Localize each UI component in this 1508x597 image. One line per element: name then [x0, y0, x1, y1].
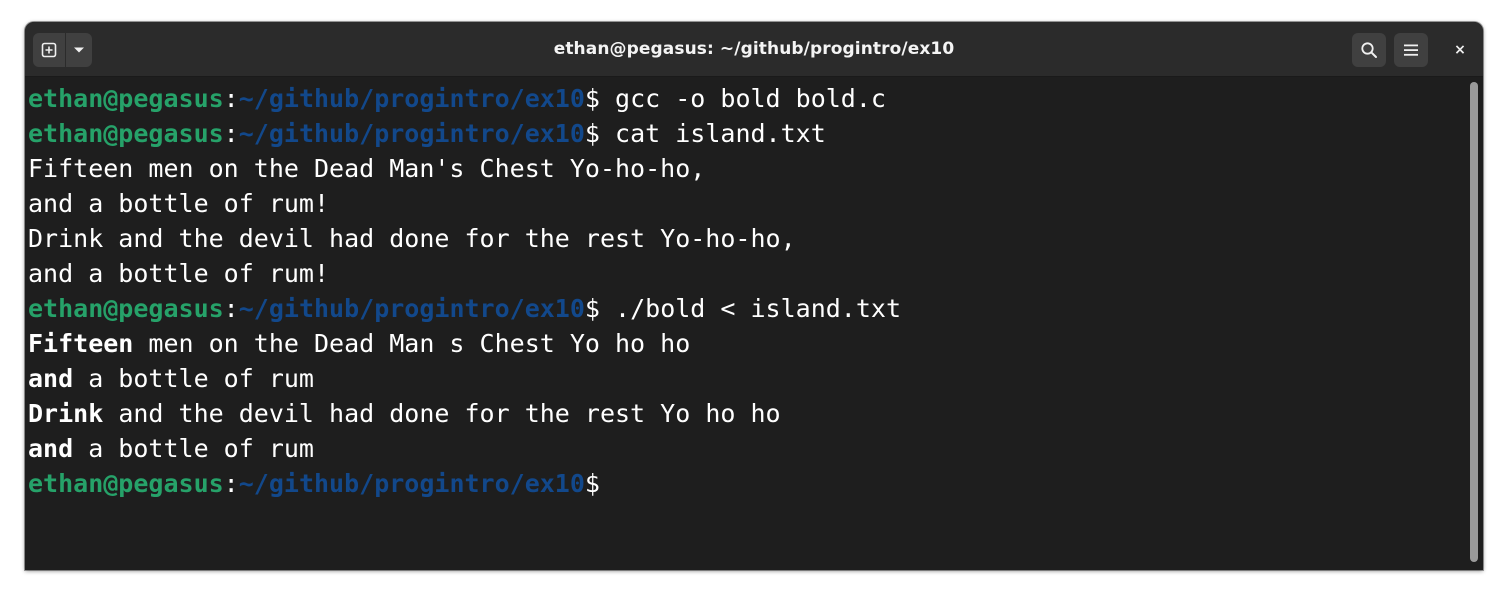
prompt-symbol: $ [584, 84, 600, 113]
prompt-symbol: $ [584, 469, 600, 498]
prompt-path: ~/github/progintro/ex10 [238, 119, 585, 148]
output-line: Drink and the devil had done for the res… [28, 221, 1483, 256]
output-text: men on the Dead Man s Chest Yo ho ho [133, 329, 691, 358]
close-icon: × [1454, 42, 1466, 58]
output-text: and a bottle of rum! [28, 189, 330, 218]
bold-word: Fifteen [28, 329, 134, 358]
output-text: and the devil had done for the rest Yo h… [103, 399, 781, 428]
search-icon [1361, 42, 1377, 58]
prompt-path: ~/github/progintro/ex10 [238, 294, 585, 323]
prompt-line: ethan@pegasus:~/github/progintro/ex10$ g… [28, 81, 1483, 116]
prompt-path: ~/github/progintro/ex10 [238, 84, 585, 113]
bold-word: and [28, 434, 74, 463]
output-text: a bottle of rum [73, 434, 314, 463]
prompt-separator: : [223, 294, 239, 323]
terminal-output[interactable]: ethan@pegasus:~/github/progintro/ex10$ g… [25, 77, 1483, 570]
prompt-line: ethan@pegasus:~/github/progintro/ex10$ [28, 466, 1483, 501]
close-button[interactable]: × [1449, 39, 1471, 61]
output-line: and a bottle of rum! [28, 186, 1483, 221]
prompt-symbol: $ [584, 294, 600, 323]
prompt-user: ethan@pegasus [28, 119, 224, 148]
output-line: and a bottle of rum! [28, 256, 1483, 291]
output-line: and a bottle of rum [28, 361, 1483, 396]
bold-word: Drink [28, 399, 104, 428]
command-text: ./bold < island.txt [599, 294, 902, 323]
scrollbar[interactable] [1470, 82, 1478, 562]
output-text: and a bottle of rum! [28, 259, 330, 288]
main-menu-button[interactable] [1394, 33, 1428, 67]
output-line: Fifteen men on the Dead Man's Chest Yo-h… [28, 151, 1483, 186]
header-bar: ethan@pegasus: ~/github/progintro/ex10 × [25, 22, 1483, 77]
output-line: Drink and the devil had done for the res… [28, 396, 1483, 431]
prompt-separator: : [223, 84, 239, 113]
command-text: cat island.txt [599, 119, 826, 148]
output-line: and a bottle of rum [28, 431, 1483, 466]
prompt-user: ethan@pegasus [28, 469, 224, 498]
prompt-user: ethan@pegasus [28, 84, 224, 113]
prompt-separator: : [223, 119, 239, 148]
output-text: Fifteen men on the Dead Man's Chest Yo-h… [28, 154, 706, 183]
prompt-path: ~/github/progintro/ex10 [238, 469, 585, 498]
prompt-separator: : [223, 469, 239, 498]
window-title: ethan@pegasus: ~/github/progintro/ex10 [553, 39, 955, 59]
output-text: a bottle of rum [73, 364, 314, 393]
search-button[interactable] [1352, 33, 1386, 67]
prompt-symbol: $ [584, 119, 600, 148]
command-text: gcc -o bold bold.c [599, 84, 886, 113]
prompt-line: ethan@pegasus:~/github/progintro/ex10$ c… [28, 116, 1483, 151]
output-text: Drink and the devil had done for the res… [28, 224, 796, 253]
hamburger-menu-icon [1404, 44, 1418, 56]
output-line: Fifteen men on the Dead Man s Chest Yo h… [28, 326, 1483, 361]
prompt-line: ethan@pegasus:~/github/progintro/ex10$ .… [28, 291, 1483, 326]
terminal-window: ethan@pegasus: ~/github/progintro/ex10 ×… [25, 22, 1483, 570]
bold-word: and [28, 364, 74, 393]
prompt-user: ethan@pegasus [28, 294, 224, 323]
